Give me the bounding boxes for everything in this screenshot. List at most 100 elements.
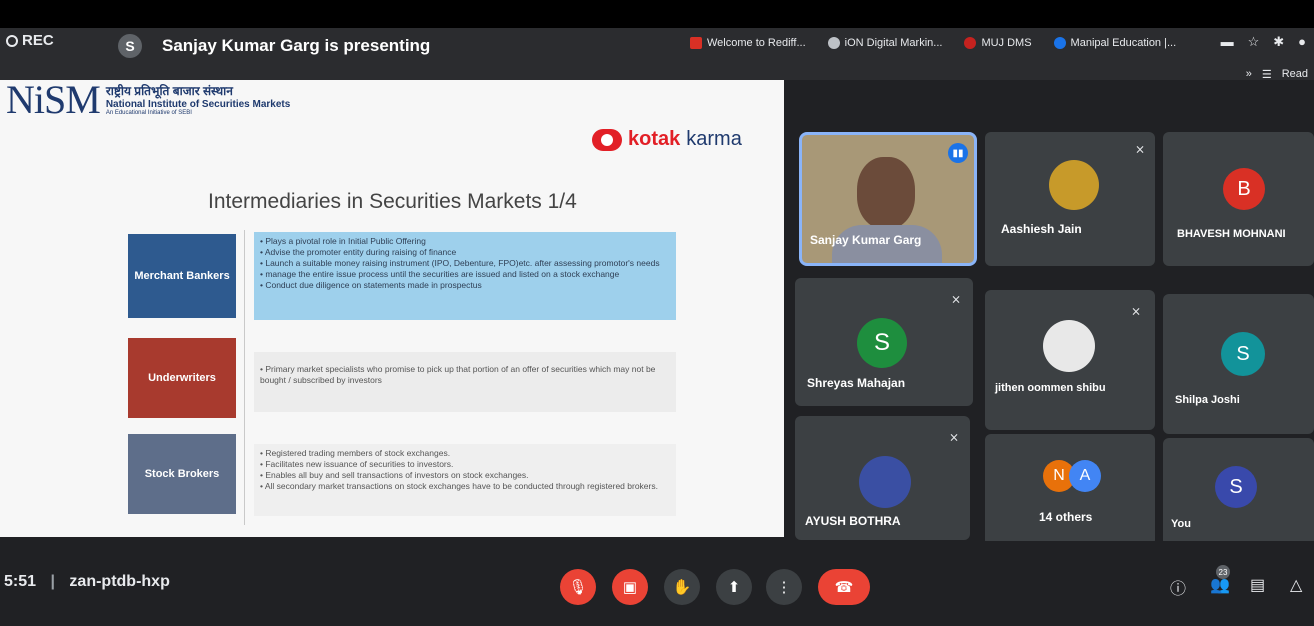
- bullet-point: • Primary market specialists who promise…: [260, 364, 656, 385]
- raise-hand-button[interactable]: ✋: [664, 569, 700, 605]
- speaking-icon: ▮▮: [948, 143, 968, 163]
- meeting-code: zan-ptdb-hxp: [69, 573, 170, 590]
- reading-list[interactable]: » ☰ Read: [1246, 68, 1308, 81]
- bullet-point: • All secondary market transactions on s…: [260, 481, 658, 491]
- sponsor-suffix: karma: [686, 128, 742, 150]
- meet-screen: REC S Sanjay Kumar Garg is presenting We…: [0, 28, 1314, 626]
- bookmark-rediff[interactable]: Welcome to Rediff...: [690, 37, 806, 49]
- camera-off-icon: ▣: [622, 579, 638, 596]
- participant-name: Aashiesh Jain: [1001, 222, 1082, 236]
- bookmark-label: iON Digital Markin...: [844, 37, 943, 49]
- chat-icon[interactable]: ▤: [1250, 575, 1265, 595]
- slide-title: Intermediaries in Securities Markets 1/4: [208, 190, 577, 213]
- participant-tile-shreyas[interactable]: ⨯ S Shreyas Mahajan: [795, 278, 973, 406]
- org-subtitle: An Educational Initiative of SEBI: [105, 110, 192, 116]
- participant-tile-shilpa[interactable]: S Shilpa Joshi: [1163, 294, 1314, 434]
- bullet-point: • Advise the promoter entity during rais…: [260, 247, 457, 257]
- stock-brokers-points: • Registered trading members of stock ex…: [254, 444, 676, 516]
- participant-name: Sanjay Kumar Garg: [810, 233, 922, 247]
- bookmark-label: Welcome to Rediff...: [707, 37, 806, 49]
- bookmarks-bar: Welcome to Rediff... iON Digital Markin.…: [690, 28, 1176, 58]
- category-stock-brokers: Stock Brokers: [128, 434, 236, 514]
- mic-off-icon: ⨯: [951, 292, 962, 306]
- participant-name: BHAVESH MOHNANI: [1177, 228, 1286, 240]
- underwriters-points: • Primary market specialists who promise…: [254, 352, 676, 412]
- participant-avatar: [1049, 160, 1099, 210]
- slide-divider: [244, 230, 245, 525]
- hand-icon: ✋: [672, 579, 692, 596]
- record-icon: [6, 34, 18, 47]
- participant-name: You: [1171, 518, 1191, 530]
- bullet-point: • Launch a suitable money raising instru…: [260, 258, 660, 268]
- meeting-time: 5:51: [4, 573, 37, 590]
- nism-logo: NiSM राष्ट्रीय प्रतिभूति बाजार संस्थान N…: [6, 80, 290, 120]
- lotus-icon: [964, 37, 977, 49]
- presented-slide: NiSM राष्ट्रीय प्रतिभूति बाजार संस्थान N…: [0, 80, 784, 537]
- participant-tile-others[interactable]: N A 14 others: [985, 434, 1155, 546]
- bullet-point: • Facilitates new issuance of securities…: [260, 459, 454, 469]
- reading-list-icon: ☰: [1261, 69, 1272, 81]
- mic-toggle-button[interactable]: 🎙: [560, 569, 596, 605]
- people-icon[interactable]: 👥: [1210, 575, 1230, 595]
- participant-name: Shilpa Joshi: [1175, 394, 1240, 406]
- presenter-avatar: S: [118, 34, 142, 58]
- participant-tile-aashiesh[interactable]: ⨯ Aashiesh Jain: [985, 132, 1155, 266]
- participant-avatar: [1043, 320, 1095, 372]
- phone-hangup-icon: ☎: [834, 579, 854, 596]
- reading-list-label: Read: [1281, 68, 1308, 80]
- merchant-bankers-points: • Plays a pivotal role in Initial Public…: [254, 232, 676, 320]
- bullet-point: • manage the entire issue process until …: [260, 269, 620, 279]
- manipal-icon: [1053, 37, 1066, 49]
- star-icon[interactable]: ☆: [1248, 34, 1260, 50]
- category-underwriters: Underwriters: [128, 338, 236, 418]
- top-bar: REC S Sanjay Kumar Garg is presenting We…: [0, 28, 1314, 81]
- participant-video: [857, 157, 915, 229]
- more-options-button[interactable]: ⋮: [766, 569, 802, 605]
- participant-avatar: S: [1215, 466, 1257, 508]
- bottom-bar: 5:51 | zan-ptdb-hxp 🎙 ▣ ✋ ⬆ ⋮ ☎ ⓘ 23 👥 ▤…: [0, 541, 1314, 626]
- cast-icon[interactable]: ▬: [1221, 34, 1234, 50]
- org-hindi-name: राष्ट्रीय प्रतिभूति बाजार संस्थान: [105, 84, 233, 98]
- mic-off-icon: ⨯: [1135, 142, 1146, 156]
- end-call-button[interactable]: ☎: [818, 569, 870, 605]
- participant-avatar: A: [1069, 460, 1101, 492]
- nism-mark: NiSM: [6, 77, 101, 122]
- participant-tile-jithen[interactable]: ⨯ jithen oommen shibu: [985, 290, 1155, 430]
- participant-tile-bhavesh[interactable]: B BHAVESH MOHNANI: [1163, 132, 1314, 266]
- participant-name: jithen oommen shibu: [995, 382, 1106, 394]
- participant-avatar: B: [1223, 168, 1265, 210]
- meeting-info: 5:51 | zan-ptdb-hxp: [4, 573, 170, 590]
- participant-name: Shreyas Mahajan: [807, 376, 906, 390]
- rec-label: REC: [22, 32, 54, 49]
- participant-tile-ayush[interactable]: ⨯ AYUSH BOTHRA: [795, 416, 970, 540]
- browser-toolbar-icons: ▬ ☆ ✱ ●: [1221, 34, 1306, 50]
- bookmark-label: Manipal Education |...: [1070, 37, 1177, 49]
- participant-avatar: [859, 456, 911, 508]
- bullet-point: • Conduct due diligence on statements ma…: [260, 280, 482, 290]
- bullet-point: • Enables all buy and sell transactions …: [260, 470, 529, 480]
- present-button[interactable]: ⬆: [716, 569, 752, 605]
- more-bookmarks-icon[interactable]: »: [1246, 68, 1252, 81]
- participant-avatar: S: [1221, 332, 1265, 376]
- camera-toggle-button[interactable]: ▣: [612, 569, 648, 605]
- bookmark-ion[interactable]: iON Digital Markin...: [827, 37, 943, 49]
- participant-tile-you[interactable]: S You: [1163, 438, 1314, 546]
- bookmark-muj-dms[interactable]: MUJ DMS: [964, 37, 1032, 49]
- ion-icon: [827, 37, 840, 49]
- participant-name: 14 others: [1039, 510, 1093, 524]
- bullet-point: • Registered trading members of stock ex…: [260, 448, 451, 458]
- meeting-details-icon[interactable]: ⓘ: [1170, 575, 1186, 599]
- profile-icon[interactable]: ●: [1298, 34, 1306, 50]
- bookmark-label: MUJ DMS: [981, 37, 1032, 49]
- bookmark-manipal[interactable]: Manipal Education |...: [1053, 37, 1177, 49]
- more-vert-icon: ⋮: [776, 579, 792, 596]
- participant-name: AYUSH BOTHRA: [805, 514, 901, 528]
- participant-tile-sanjay[interactable]: ▮▮ Sanjay Kumar Garg: [799, 132, 977, 266]
- rediff-icon: [690, 37, 702, 49]
- extensions-icon[interactable]: ✱: [1273, 34, 1284, 50]
- participant-avatar: S: [857, 318, 907, 368]
- presenting-label: Sanjay Kumar Garg is presenting: [162, 36, 431, 55]
- activities-icon[interactable]: △: [1290, 575, 1302, 595]
- mic-off-icon: 🎙: [568, 579, 588, 596]
- kotak-logo: kotak karma: [592, 128, 742, 151]
